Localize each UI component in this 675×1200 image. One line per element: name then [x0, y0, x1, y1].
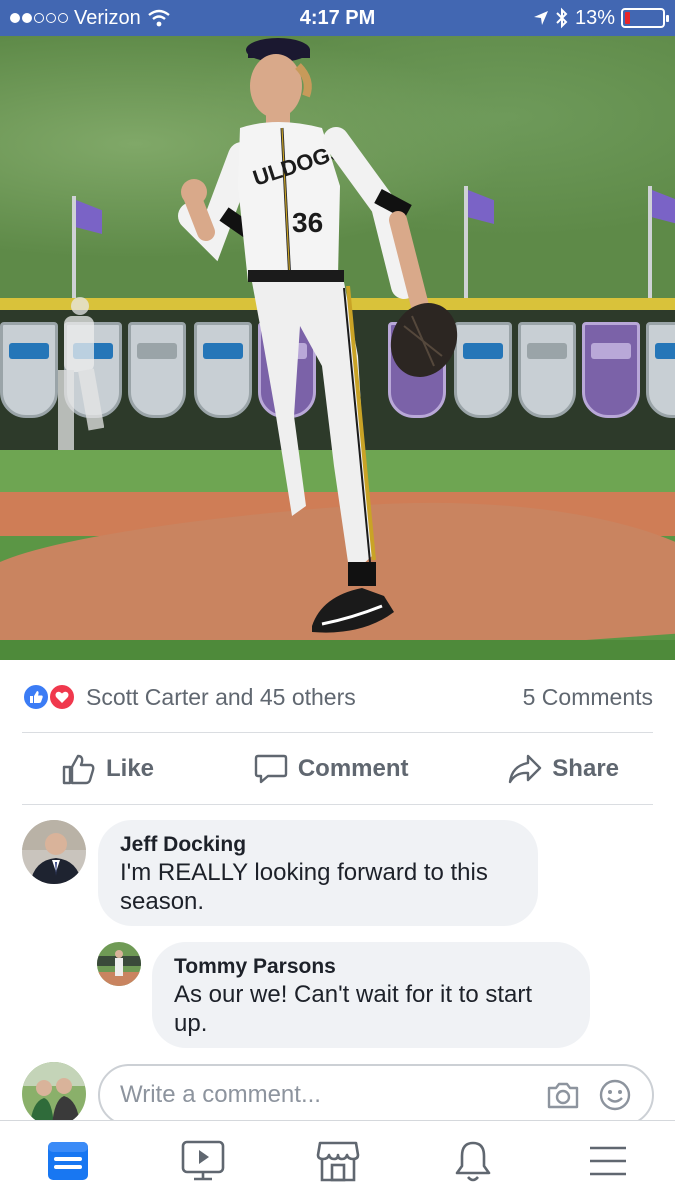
reaction-icons	[22, 681, 78, 713]
divider	[22, 804, 653, 805]
share-label: Share	[552, 755, 619, 782]
battery-level	[625, 12, 630, 24]
divider	[22, 732, 653, 733]
reactions-text[interactable]: Scott Carter and 45 others	[86, 684, 356, 711]
carrier-label: Verizon	[74, 6, 141, 29]
share-icon	[509, 754, 542, 784]
photo-banner	[646, 322, 675, 418]
comments-count[interactable]: 5 Comments	[523, 684, 653, 711]
post-photo[interactable]: ULDOGS 36	[0, 36, 675, 660]
like-icon	[22, 683, 50, 711]
emoji-icon[interactable]	[598, 1078, 632, 1112]
watch-icon	[181, 1140, 224, 1180]
menu-icon	[589, 1146, 626, 1175]
reactions-left[interactable]: Scott Carter and 45 others	[22, 681, 356, 713]
post-action-bar: Like Comment Share	[22, 738, 653, 800]
location-icon	[533, 11, 548, 25]
battery-icon	[621, 8, 669, 28]
comment-icon	[254, 754, 288, 784]
thumbs-up-icon	[62, 754, 95, 785]
photo-banner	[582, 322, 640, 418]
comment-label: Comment	[297, 755, 409, 782]
photo-banner	[518, 322, 576, 418]
news-feed-icon	[47, 1141, 88, 1180]
comment-bubble: Jeff Docking I'm REALLY looking forward …	[98, 820, 538, 926]
wifi-icon	[147, 9, 170, 27]
comment-text: I'm REALLY looking forward to this seaso…	[120, 859, 488, 915]
comment-author[interactable]: Tommy Parsons	[174, 954, 568, 980]
comment-input-placeholder: Write a comment...	[120, 1081, 321, 1108]
avatar[interactable]	[97, 942, 141, 986]
photo-flag	[648, 186, 652, 306]
tab-news-feed[interactable]	[38, 1131, 98, 1191]
reactions-summary: Scott Carter and 45 others 5 Comments	[22, 676, 653, 718]
tab-notifications[interactable]	[443, 1131, 503, 1191]
status-bar: Verizon 4:17 PM 13%	[0, 0, 675, 36]
signal-strength-icon	[10, 13, 68, 23]
comment-button[interactable]: Comment	[214, 753, 449, 785]
photo-pitcher: ULDOGS 36	[178, 38, 458, 633]
like-label: Like	[106, 755, 155, 782]
tab-watch[interactable]	[173, 1131, 233, 1191]
svg-text:36: 36	[292, 207, 323, 238]
notifications-icon	[455, 1141, 490, 1181]
comment-text: As our we! Can't wait for it to start up…	[174, 981, 533, 1037]
comment-input[interactable]: Write a comment...	[98, 1064, 654, 1126]
composer-icons	[546, 1078, 632, 1112]
camera-icon[interactable]	[546, 1080, 580, 1110]
battery-percent: 13%	[574, 6, 615, 29]
comment-author[interactable]: Jeff Docking	[120, 832, 516, 858]
avatar-photo	[22, 1062, 86, 1126]
status-left: Verizon	[10, 7, 171, 30]
status-right: 13%	[533, 6, 669, 30]
current-user-avatar	[22, 1062, 86, 1126]
share-button[interactable]: Share	[468, 754, 653, 784]
avatar-photo	[22, 820, 86, 884]
reply-bubble: Tommy Parsons As our we! Can't wait for …	[152, 942, 590, 1048]
bottom-tab-bar	[0, 1120, 675, 1200]
avatar[interactable]	[22, 820, 86, 884]
tab-menu[interactable]	[578, 1131, 638, 1191]
love-icon	[48, 683, 76, 711]
like-button[interactable]: Like	[22, 753, 194, 785]
photo-background-player	[58, 297, 104, 450]
marketplace-icon	[316, 1141, 359, 1181]
avatar-photo	[97, 942, 141, 986]
tab-marketplace[interactable]	[308, 1131, 368, 1191]
bluetooth-icon	[556, 7, 568, 29]
